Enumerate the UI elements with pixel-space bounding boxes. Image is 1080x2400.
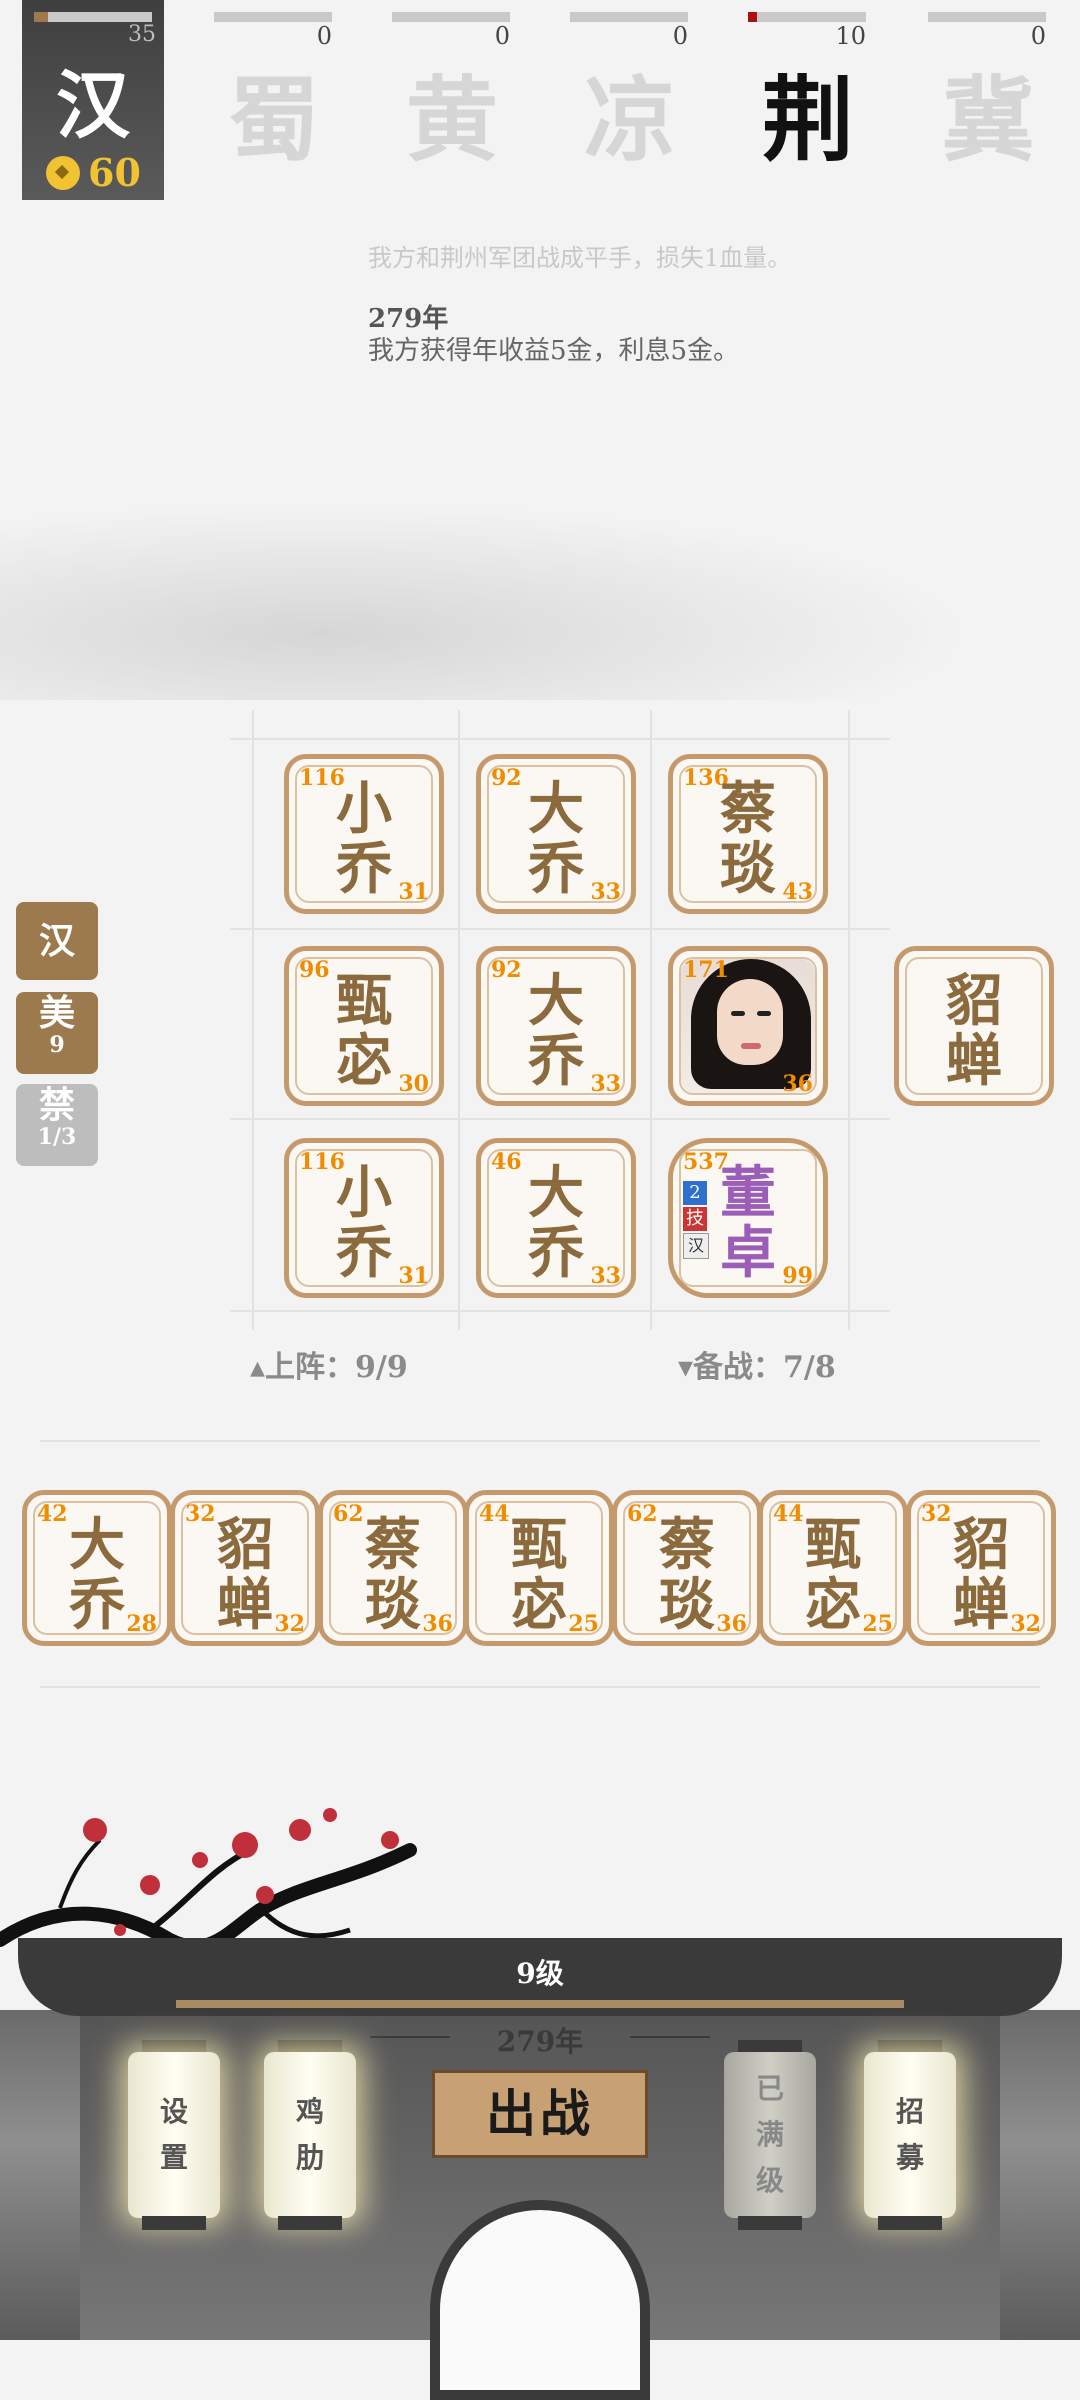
grid-line xyxy=(230,928,890,930)
hero-level: 31 xyxy=(398,879,429,905)
faction-progress-bar xyxy=(214,12,332,22)
lantern-label: 招募 xyxy=(864,2052,956,2218)
hero-level: 33 xyxy=(590,879,621,905)
faction-progress-bar xyxy=(748,12,866,22)
faction-shu[interactable]: 0 蜀 xyxy=(214,0,354,174)
hero-card-board[interactable]: 116 小乔 31 xyxy=(284,1138,444,1298)
hero-card-bench[interactable]: 42 大乔 28 xyxy=(22,1490,172,1646)
deployed-count[interactable]: ▴上阵：9/9 xyxy=(250,1342,408,1386)
coin-icon xyxy=(46,155,80,190)
hero-level: 99 xyxy=(782,1263,813,1289)
player-score: 35 xyxy=(128,22,156,47)
grid-line xyxy=(650,710,652,1330)
faction-huang[interactable]: 0 黄 xyxy=(392,0,532,174)
chicken-rib-button[interactable]: 鸡肋 xyxy=(264,2040,356,2230)
hero-card-bench[interactable]: 44 甄宓 25 xyxy=(758,1490,908,1646)
filter-tag-han[interactable]: 汉 xyxy=(16,902,98,980)
hero-card-preview[interactable]: 貂蝉 xyxy=(894,946,1054,1106)
current-year: 279年 xyxy=(370,2020,710,2060)
battle-log-previous: 我方和荆州军团战成平手，损失1血量。 xyxy=(368,244,792,272)
faction-progress-bar xyxy=(928,12,1046,22)
filter-tag-label: 美 xyxy=(38,992,75,1034)
hero-level: 32 xyxy=(274,1611,305,1637)
hero-level: 25 xyxy=(568,1611,599,1637)
max-level-button[interactable]: 已满级 xyxy=(724,2040,816,2230)
grid-line xyxy=(230,1310,890,1312)
filter-tag-label: 禁 xyxy=(38,1084,75,1126)
lantern-label: 鸡肋 xyxy=(264,2052,356,2218)
faction-name: 蜀 xyxy=(228,66,321,174)
hero-level: 33 xyxy=(590,1071,621,1097)
hero-level: 43 xyxy=(782,879,813,905)
faction-name: 冀 xyxy=(942,66,1035,174)
battle-button[interactable]: 出战 xyxy=(432,2070,648,2158)
hero-level: 36 xyxy=(422,1611,453,1637)
faction-name: 荆 xyxy=(762,66,855,174)
grid-line xyxy=(40,1686,1040,1688)
hero-card-board[interactable]: 46 大乔 33 xyxy=(476,1138,636,1298)
faction-ji[interactable]: 0 冀 xyxy=(928,0,1068,174)
hero-level: 32 xyxy=(1010,1611,1041,1637)
lantern-label: 设置 xyxy=(128,2052,220,2218)
hero-level: 28 xyxy=(126,1611,157,1637)
hero-level: 30 xyxy=(398,1071,429,1097)
recruit-button[interactable]: 招募 xyxy=(864,2040,956,2230)
faction-name: 凉 xyxy=(584,66,677,174)
hero-card-bench[interactable]: 44 甄宓 25 xyxy=(464,1490,614,1646)
faction-name: 黄 xyxy=(406,66,499,174)
hero-card-bench[interactable]: 62 蔡琰 36 xyxy=(318,1490,468,1646)
grid-line xyxy=(458,710,460,1330)
ink-mist-decoration xyxy=(0,480,1080,700)
filter-tag-label: 汉 xyxy=(38,920,75,962)
player-progress-bar xyxy=(34,12,152,22)
grid-line xyxy=(230,1118,890,1120)
player-level-badge: 9级 xyxy=(492,1952,588,1996)
hero-card-board[interactable]: 96 甄宓 30 xyxy=(284,946,444,1106)
grid-line xyxy=(230,738,890,740)
faction-progress-bar xyxy=(570,12,688,22)
filter-tag-count: 9 xyxy=(49,1032,65,1058)
hero-level: 31 xyxy=(398,1263,429,1289)
grid-line xyxy=(40,1440,1040,1442)
grid-line xyxy=(848,710,850,1330)
gold-value: 60 xyxy=(88,150,141,195)
reserve-count[interactable]: ▾备战：7/8 xyxy=(678,1342,836,1386)
hero-card-bench[interactable]: 32 貂蝉 32 xyxy=(170,1490,320,1646)
hero-card-board[interactable]: 136 蔡琰 43 xyxy=(668,754,828,914)
battle-log-text: 我方获得年收益5金，利息5金。 xyxy=(368,336,740,366)
filter-tag-beauty[interactable]: 美 9 xyxy=(16,992,98,1074)
hero-card-portrait[interactable]: 171 36 xyxy=(668,946,828,1106)
filter-tag-ban[interactable]: 禁 1/3 xyxy=(16,1084,98,1166)
hero-name: 貂蝉 xyxy=(946,968,1002,1094)
hero-level: 33 xyxy=(590,1263,621,1289)
hero-level: 36 xyxy=(716,1611,747,1637)
player-faction-panel: 35 汉 60 xyxy=(22,0,164,200)
lantern-label: 已满级 xyxy=(724,2052,816,2218)
filter-tag-count: 1/3 xyxy=(37,1124,77,1150)
grid-line xyxy=(252,710,254,1330)
hero-power: 171 xyxy=(683,957,729,983)
faction-liang[interactable]: 0 凉 xyxy=(570,0,710,174)
faction-progress-bar xyxy=(392,12,510,22)
hero-card-bench[interactable]: 32 貂蝉 32 xyxy=(906,1490,1056,1646)
hero-level: 36 xyxy=(782,1071,813,1097)
faction-jing[interactable]: 10 荆 xyxy=(748,0,888,174)
roof-beam xyxy=(176,2000,904,2008)
player-faction-name: 汉 xyxy=(56,63,130,149)
hero-card-boss[interactable]: 537 2 技 汉 董卓 99 xyxy=(668,1138,828,1298)
hero-card-board[interactable]: 116 小乔 31 xyxy=(284,754,444,914)
settings-button[interactable]: 设置 xyxy=(128,2040,220,2230)
gold-display: 60 xyxy=(46,150,141,195)
hero-level: 25 xyxy=(862,1611,893,1637)
hero-card-board[interactable]: 92 大乔 33 xyxy=(476,946,636,1106)
hero-card-board[interactable]: 92 大乔 33 xyxy=(476,754,636,914)
hero-card-bench[interactable]: 62 蔡琰 36 xyxy=(612,1490,762,1646)
